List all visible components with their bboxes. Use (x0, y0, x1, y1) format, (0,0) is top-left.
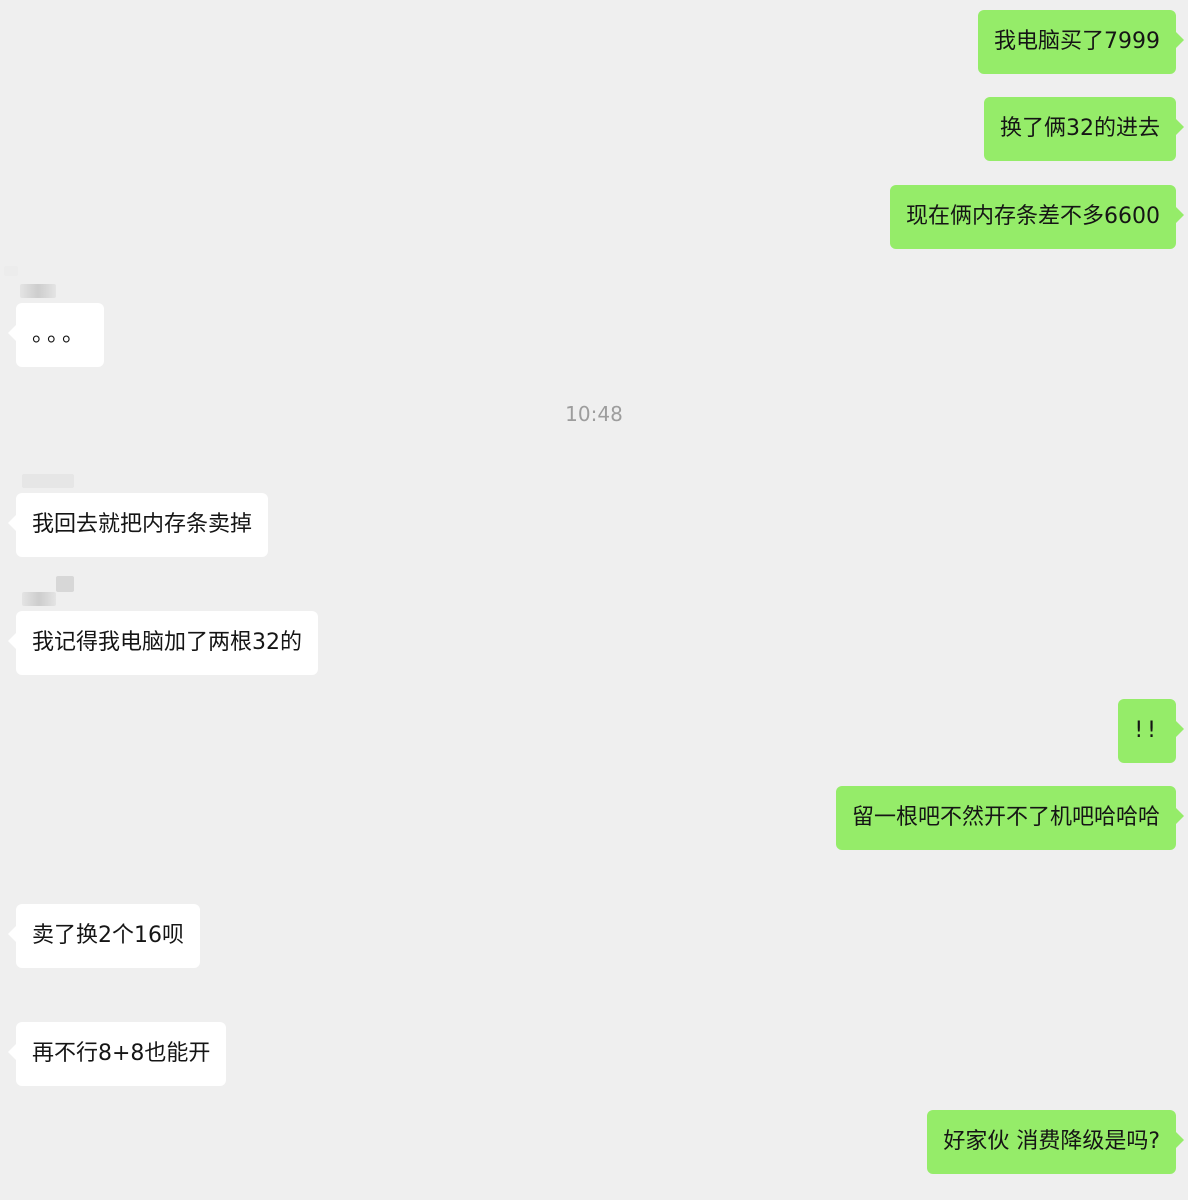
message-bubble-incoming[interactable]: 再不行8+8也能开 (7, 1022, 227, 1086)
message-bubble-outgoing[interactable]: 现在俩内存条差不多6600 (890, 185, 1184, 249)
message-bubble-outgoing[interactable]: !! (1118, 699, 1184, 763)
chat-timestamp: 10:48 (565, 402, 623, 426)
message-bubble-incoming[interactable]: 我记得我电脑加了两根32的 (8, 611, 318, 675)
blurred-avatar-fragment (4, 266, 18, 276)
message-bubble-incoming[interactable]: 卖了换2个16呗 (8, 904, 200, 968)
blurred-sender-name (20, 284, 56, 298)
blurred-sender-name (22, 474, 74, 488)
blurred-avatar-fragment (56, 576, 74, 592)
blurred-sender-name (22, 592, 56, 606)
message-bubble-outgoing[interactable]: 我电脑买了7999 (978, 10, 1184, 74)
message-bubble-incoming[interactable]: 。。。 (7, 303, 105, 367)
message-bubble-outgoing[interactable]: 换了俩32的进去 (984, 97, 1184, 161)
message-bubble-outgoing[interactable]: 留一根吧不然开不了机吧哈哈哈 (835, 786, 1185, 850)
message-bubble-outgoing[interactable]: 好家伙 消费降级是吗? (927, 1110, 1184, 1174)
message-bubble-incoming[interactable]: 我回去就把内存条卖掉 (7, 493, 269, 557)
